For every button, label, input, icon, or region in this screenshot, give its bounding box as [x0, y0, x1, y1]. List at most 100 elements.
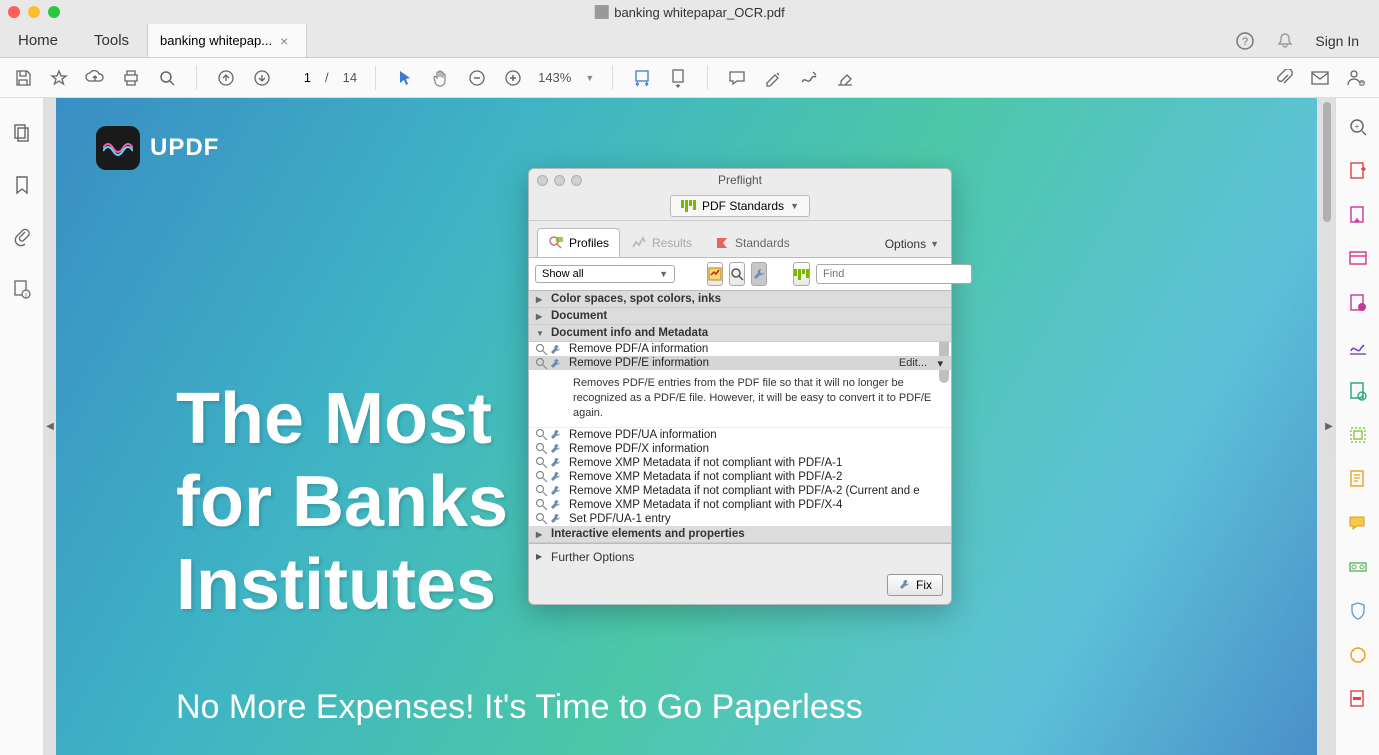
main-toolbar: / 14 143% ▼ + [0, 58, 1379, 98]
list-item[interactable]: Remove PDF/A information [529, 342, 951, 356]
list-item[interactable]: Set PDF/UA-1 entry [529, 512, 951, 526]
group-color-spaces[interactable]: Color spaces, spot colors, inks [529, 291, 951, 308]
list-item[interactable]: Remove PDF/UA information [529, 428, 951, 442]
stamp-icon[interactable] [1347, 512, 1369, 534]
send-sign-icon[interactable] [1347, 424, 1369, 446]
email-icon[interactable] [1309, 67, 1331, 89]
filter-dropdown[interactable]: Show all ▼ [535, 265, 675, 283]
search-pane-icon[interactable]: + [1347, 116, 1369, 138]
list-item[interactable]: Remove XMP Metadata if not compliant wit… [529, 456, 951, 470]
left-sidebar: i [0, 98, 44, 755]
fix-button[interactable]: Fix [887, 574, 943, 596]
filter-fixups-button[interactable] [751, 262, 767, 286]
organize-pages-icon[interactable]: + [1347, 380, 1369, 402]
chevron-down-icon: ▼ [930, 239, 939, 249]
fit-page-icon[interactable] [667, 67, 689, 89]
dialog-zoom-button[interactable] [571, 175, 582, 186]
svg-text:?: ? [1242, 36, 1248, 48]
layers-icon[interactable]: i [11, 278, 33, 300]
preflight-profile-list[interactable]: Color spaces, spot colors, inks Document… [529, 291, 951, 543]
page-scrollbar[interactable] [1323, 102, 1331, 222]
dialog-close-button[interactable] [537, 175, 548, 186]
right-sidebar: + + [1335, 98, 1379, 755]
comment-icon[interactable] [726, 67, 748, 89]
filter-analysis-button[interactable] [729, 262, 745, 286]
svg-text:+: + [1354, 122, 1359, 131]
find-icon[interactable] [156, 67, 178, 89]
more-tools-icon[interactable] [1347, 644, 1369, 666]
list-item[interactable]: Remove PDF/X information [529, 442, 951, 456]
group-interactive-elements[interactable]: Interactive elements and properties [529, 526, 951, 543]
cloud-upload-icon[interactable] [84, 67, 106, 89]
list-item[interactable]: Remove XMP Metadata if not compliant wit… [529, 498, 951, 512]
edit-profile-button[interactable]: Edit... [899, 357, 945, 369]
zoom-level[interactable]: 143% [538, 70, 571, 85]
protect-icon[interactable] [1347, 600, 1369, 622]
filter-checks-button[interactable] [707, 262, 723, 286]
comment-pane-icon[interactable] [1347, 292, 1369, 314]
create-pdf-icon[interactable] [1347, 204, 1369, 226]
page-number-input[interactable] [287, 70, 311, 85]
thumbnails-icon[interactable] [11, 122, 33, 144]
window-title-text: banking whitepapar_OCR.pdf [614, 5, 785, 20]
compare-icon[interactable] [1347, 468, 1369, 490]
updf-brand-text: UPDF [150, 134, 219, 162]
preflight-options-menu[interactable]: Options ▼ [881, 231, 943, 257]
fill-sign-icon[interactable] [1347, 336, 1369, 358]
document-tab[interactable]: banking whitepap... × [147, 24, 307, 57]
page-down-icon[interactable] [251, 67, 273, 89]
filter-standards-button[interactable] [793, 262, 810, 286]
preflight-titlebar[interactable]: Preflight [529, 169, 951, 191]
home-nav[interactable]: Home [0, 24, 76, 57]
highlight-icon[interactable] [762, 67, 784, 89]
zoom-in-icon[interactable] [502, 67, 524, 89]
pdf-standards-dropdown[interactable]: PDF Standards ▼ [670, 195, 810, 217]
save-icon[interactable] [12, 67, 34, 89]
tools-nav[interactable]: Tools [76, 24, 147, 57]
expand-right-panel[interactable]: ▶ [1323, 397, 1335, 457]
tab-results[interactable]: Results [620, 228, 703, 257]
selection-tool-icon[interactable] [394, 67, 416, 89]
star-icon[interactable] [48, 67, 70, 89]
attachment-icon[interactable] [1273, 67, 1295, 89]
list-item[interactable]: Remove XMP Metadata if not compliant wit… [529, 484, 951, 498]
preflight-title: Preflight [718, 173, 762, 187]
zoom-out-icon[interactable] [466, 67, 488, 89]
zoom-dropdown-caret[interactable]: ▼ [585, 73, 594, 83]
document-canvas[interactable]: ◀ UPDF The MostXXXXXXtegy for BanksXXXXX… [44, 98, 1335, 755]
attachments-icon[interactable] [11, 226, 33, 248]
bookmarks-icon[interactable] [11, 174, 33, 196]
page-up-icon[interactable] [215, 67, 237, 89]
redact-icon[interactable] [1347, 688, 1369, 710]
expand-left-panel[interactable]: ◀ [44, 397, 56, 457]
notifications-icon[interactable] [1275, 31, 1295, 51]
close-tab-button[interactable]: × [280, 33, 288, 49]
draw-icon[interactable] [798, 67, 820, 89]
list-item[interactable]: Remove XMP Metadata if not compliant wit… [529, 470, 951, 484]
find-input[interactable] [816, 264, 972, 284]
separator [375, 66, 376, 90]
minimize-window-button[interactable] [28, 6, 40, 18]
preflight-mode-bar: PDF Standards ▼ [529, 191, 951, 221]
maximize-window-button[interactable] [48, 6, 60, 18]
share-user-icon[interactable]: + [1345, 67, 1367, 89]
erase-icon[interactable] [834, 67, 856, 89]
group-document-info-metadata[interactable]: Document info and Metadata [529, 325, 951, 342]
tab-standards[interactable]: Standards [703, 228, 801, 257]
further-options-toggle[interactable]: Further Options [529, 544, 951, 570]
close-window-button[interactable] [8, 6, 20, 18]
dialog-minimize-button[interactable] [554, 175, 565, 186]
updf-badge: UPDF [96, 126, 219, 170]
tab-profiles[interactable]: Profiles [537, 228, 620, 257]
export-pdf-icon[interactable] [1347, 160, 1369, 182]
measure-icon[interactable] [1347, 556, 1369, 578]
help-icon[interactable]: ? [1235, 31, 1255, 51]
group-document[interactable]: Document [529, 308, 951, 325]
list-item-selected[interactable]: Remove PDF/E information Edit... [529, 356, 951, 370]
edit-pdf-icon[interactable] [1347, 248, 1369, 270]
fit-width-icon[interactable] [631, 67, 653, 89]
hand-tool-icon[interactable] [430, 67, 452, 89]
svg-text:+: + [1360, 79, 1365, 88]
print-icon[interactable] [120, 67, 142, 89]
sign-in-link[interactable]: Sign In [1315, 33, 1359, 49]
